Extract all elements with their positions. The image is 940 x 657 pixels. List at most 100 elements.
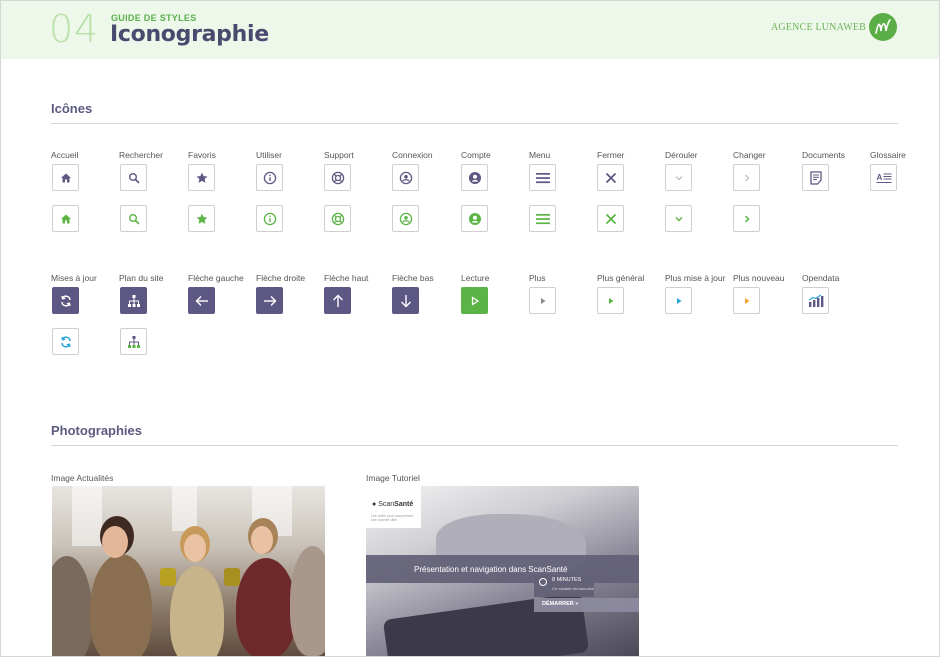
info-icon[interactable] <box>256 164 283 191</box>
tutorial-duration-box: 8 MINUTES Ce module est sonorisé <box>534 575 594 597</box>
glossary-icon[interactable]: A <box>870 164 897 191</box>
user-circle-icon[interactable] <box>392 164 419 191</box>
chevron-down-green-icon[interactable] <box>665 205 692 232</box>
icon-label-fleche-gauche: Flèche gauche <box>188 273 244 283</box>
play-icon[interactable] <box>461 287 488 314</box>
mug <box>160 568 176 586</box>
person-silhouette <box>90 554 152 656</box>
photos-section-title: Photographies <box>51 423 143 438</box>
chevron-down-icon[interactable] <box>665 164 692 191</box>
icon-label-plus-mise-a-jour: Plus mise à jour <box>665 273 726 283</box>
news-image-label: Image Actualités <box>51 473 114 483</box>
close-icon[interactable] <box>597 164 624 191</box>
bar-chart-icon[interactable] <box>802 287 829 314</box>
close-green-icon[interactable] <box>597 205 624 232</box>
tutorial-duration-note: Ce module est sonorisé <box>552 586 595 591</box>
menu-icon[interactable] <box>529 164 556 191</box>
tutorial-headline-band: Présentation et navigation dans ScanSant… <box>366 555 639 583</box>
icon-label-utiliser: Utiliser <box>256 150 282 160</box>
tutorial-duration: 8 MINUTES <box>552 577 582 583</box>
icon-label-derouler: Dérouler <box>665 150 698 160</box>
lifebuoy-icon[interactable] <box>324 164 351 191</box>
star-green-icon[interactable] <box>188 205 215 232</box>
arrow-right-icon[interactable] <box>256 287 283 314</box>
icon-label-plus-nouveau: Plus nouveau <box>733 273 785 283</box>
icon-label-glossaire: Glossaire <box>870 150 906 160</box>
scansante-tagline: Les outils pour comprendre une donnée ut… <box>371 514 414 522</box>
icon-label-fleche-bas: Flèche bas <box>392 273 434 283</box>
search-icon[interactable] <box>120 164 147 191</box>
lifebuoy-green-icon[interactable] <box>324 205 351 232</box>
icon-label-rechercher: Rechercher <box>119 150 163 160</box>
icon-label-plus: Plus <box>529 273 546 283</box>
icon-label-favoris: Favoris <box>188 150 216 160</box>
section-number: 04 <box>49 7 100 51</box>
icon-label-changer: Changer <box>733 150 766 160</box>
home-icon[interactable] <box>52 164 79 191</box>
icon-label-mises-a-jour: Mises à jour <box>51 273 97 283</box>
icon-label-compte: Compte <box>461 150 491 160</box>
scansante-brand: ● ScanSanté <box>372 501 414 508</box>
home-green-icon[interactable] <box>52 205 79 232</box>
person-silhouette <box>236 558 296 656</box>
icons-section-divider <box>51 123 898 124</box>
arrow-down-icon[interactable] <box>392 287 419 314</box>
icon-label-fleche-haut: Flèche haut <box>324 273 369 283</box>
icon-label-support: Support <box>324 150 354 160</box>
icon-label-fermer: Fermer <box>597 150 625 160</box>
icon-label-plus-general: Plus général <box>597 273 645 283</box>
play-small-blue-icon[interactable] <box>665 287 692 314</box>
style-guide-page: 04 GUIDE DE STYLES Iconographie AGENCE L… <box>0 0 940 657</box>
play-small-orange-icon[interactable] <box>733 287 760 314</box>
icon-label-fleche-droite: Flèche droite <box>256 273 306 283</box>
account-icon[interactable] <box>461 164 488 191</box>
window-light <box>172 486 197 531</box>
icon-label-accueil: Accueil <box>51 150 79 160</box>
arrow-up-icon[interactable] <box>324 287 351 314</box>
document-icon[interactable] <box>802 164 829 191</box>
play-small-green-icon[interactable] <box>597 287 624 314</box>
photos-section-divider <box>51 445 898 446</box>
icon-label-menu: Menu <box>529 150 551 160</box>
icon-label-lecture: Lecture <box>461 273 490 283</box>
person-silhouette <box>170 566 224 656</box>
agency-name[interactable]: AGENCE LUNAWEB <box>771 22 866 33</box>
search-green-icon[interactable] <box>120 205 147 232</box>
lunaweb-logo-icon[interactable] <box>869 13 897 41</box>
chevron-right-icon[interactable] <box>733 164 760 191</box>
window-light <box>72 486 102 546</box>
person-face <box>184 534 206 562</box>
tutorial-headline: Présentation et navigation dans ScanSant… <box>414 565 568 574</box>
play-small-grey-icon[interactable] <box>529 287 556 314</box>
tutorial-image-label: Image Tutoriel <box>366 473 420 483</box>
sitemap-icon[interactable] <box>120 287 147 314</box>
page-title: Iconographie <box>110 22 269 47</box>
start-button[interactable]: DÉMARRER » <box>534 598 639 612</box>
person-silhouette <box>52 556 92 656</box>
sitemap-green-icon[interactable] <box>120 328 147 355</box>
icon-label-documents: Documents <box>802 150 845 160</box>
clock-icon <box>539 578 547 586</box>
chevron-right-green-icon[interactable] <box>733 205 760 232</box>
icons-section-title: Icônes <box>51 101 93 116</box>
info-green-icon[interactable] <box>256 205 283 232</box>
menu-green-icon[interactable] <box>529 205 556 232</box>
arrow-left-icon[interactable] <box>188 287 215 314</box>
person-face <box>251 526 273 554</box>
icon-label-opendata: Opendata <box>802 273 840 283</box>
person-silhouette <box>290 546 325 656</box>
icon-label-plan-du-site: Plan du site <box>119 273 164 283</box>
mug <box>224 568 240 586</box>
account-green-icon[interactable] <box>461 205 488 232</box>
scansante-logo: ● ScanSanté Les outils pour comprendre u… <box>366 486 421 528</box>
refresh-icon[interactable] <box>52 287 79 314</box>
news-image[interactable] <box>52 486 325 656</box>
svg-text:A: A <box>876 173 882 182</box>
refresh-blue-icon[interactable] <box>52 328 79 355</box>
user-circle-green-icon[interactable] <box>392 205 419 232</box>
icon-label-connexion: Connexion <box>392 150 433 160</box>
star-icon[interactable] <box>188 164 215 191</box>
tutorial-image[interactable]: ● ScanSanté Les outils pour comprendre u… <box>366 486 639 656</box>
person-face <box>102 526 128 558</box>
start-button-label: DÉMARRER » <box>542 601 579 607</box>
